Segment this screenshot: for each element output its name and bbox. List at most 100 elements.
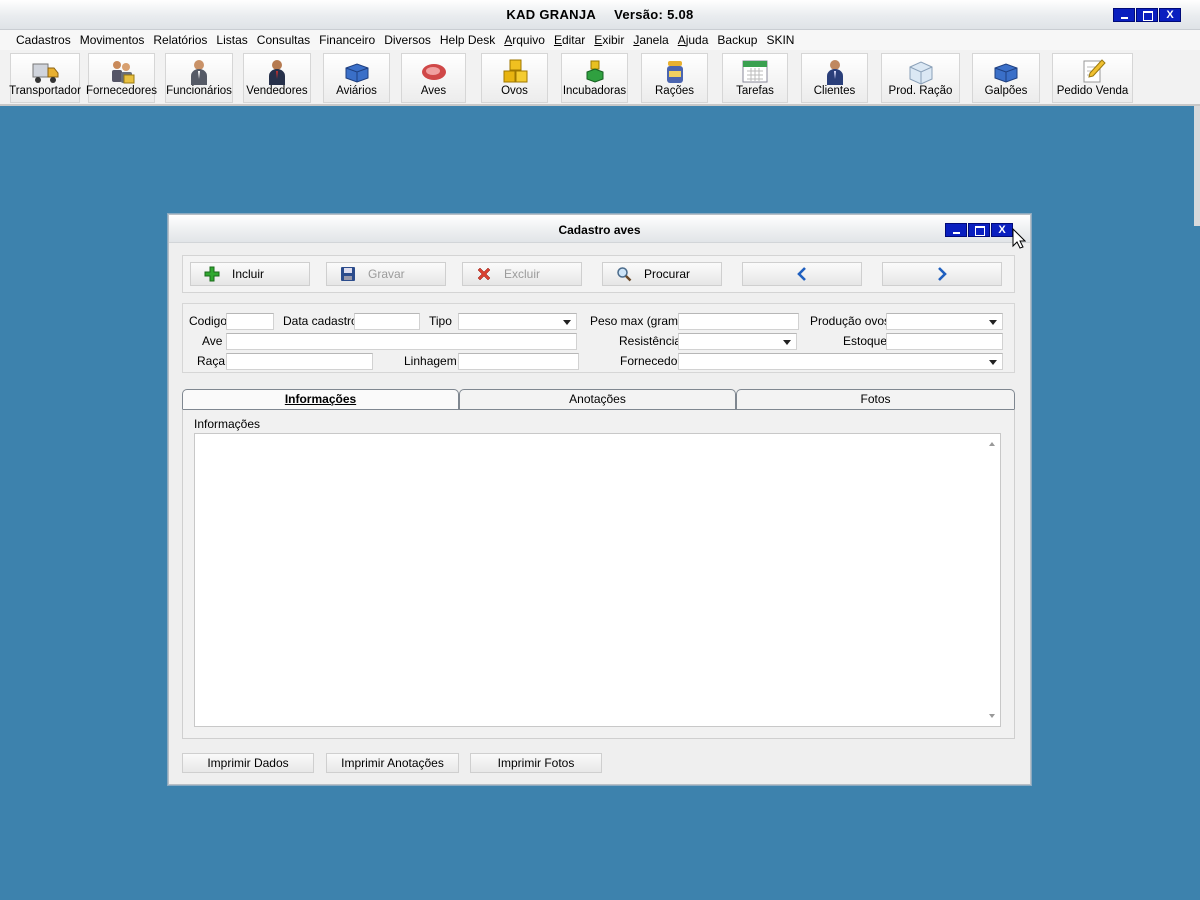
warehouse-icon (994, 63, 1018, 83)
chevron-left-icon (797, 267, 806, 281)
estoque-field[interactable] (886, 333, 1003, 350)
toolbar-prod-racao-button[interactable]: Prod. Ração (881, 53, 960, 103)
scroll-down-arrow[interactable] (989, 714, 995, 718)
menu-janela[interactable]: Janela (633, 33, 668, 47)
child-titlebar[interactable]: Cadastro aves X (169, 215, 1030, 243)
gravar-button[interactable]: Gravar (326, 262, 446, 286)
menu-help-desk[interactable]: Help Desk (440, 33, 495, 47)
tab-anotacoes[interactable]: Anotações (459, 389, 736, 409)
menu-relatorios[interactable]: Relatórios (153, 33, 207, 47)
linhagem-field[interactable] (458, 353, 579, 370)
action-bar: Incluir Gravar Excluir Procurar (182, 255, 1015, 293)
plus-icon (204, 266, 220, 282)
child-minimize-button[interactable] (945, 223, 967, 237)
save-icon (341, 267, 355, 281)
incluir-button[interactable]: Incluir (190, 262, 310, 286)
menu-backup[interactable]: Backup (717, 33, 757, 47)
tipo-select[interactable] (458, 313, 577, 330)
employee-icon (191, 60, 207, 85)
toolbar-label: Vendedores (246, 85, 308, 97)
fornecedor-select[interactable] (678, 353, 1003, 370)
feed-icon (666, 61, 683, 83)
toolbar-label: Aviários (336, 85, 377, 97)
tab-fotos[interactable]: Fotos (736, 389, 1015, 409)
toolbar-aves-button[interactable]: Aves (401, 53, 466, 103)
menu-diversos[interactable]: Diversos (384, 33, 431, 47)
toolbar-tarefas-button[interactable]: Tarefas (722, 53, 788, 103)
toolbar-vendedores-button[interactable]: Vendedores (243, 53, 311, 103)
informacoes-textarea[interactable] (194, 433, 1001, 727)
tab-strip: Informações Anotações Fotos (182, 389, 1015, 410)
menu-cadastros[interactable]: Cadastros (16, 33, 71, 47)
menu-consultas[interactable]: Consultas (257, 33, 310, 47)
procurar-button[interactable]: Procurar (602, 262, 722, 286)
app-maximize-button[interactable] (1136, 8, 1158, 22)
ave-field[interactable] (226, 333, 577, 350)
toolbar-racoes-button[interactable]: Rações (641, 53, 708, 103)
tab-fotos-label: Fotos (860, 392, 891, 406)
menu-skin[interactable]: SKIN (766, 33, 794, 47)
app-close-button[interactable]: X (1159, 8, 1181, 22)
producao-ovos-label: Produção ovos (810, 314, 891, 328)
peso-max-field[interactable] (678, 313, 799, 330)
toolbar-label: Incubadoras (562, 85, 627, 97)
data-cadastro-field[interactable] (354, 313, 420, 330)
menu-movimentos[interactable]: Movimentos (80, 33, 145, 47)
imprimir-dados-button[interactable]: Imprimir Dados (182, 753, 314, 773)
menu-editar[interactable]: Editar (554, 33, 585, 47)
codigo-label: Codigo (189, 314, 228, 328)
codigo-field[interactable] (226, 313, 274, 330)
incluir-label: Incluir (232, 267, 265, 281)
toolbar-label: Clientes (813, 85, 856, 97)
menu-arquivo[interactable]: Arquivo (504, 33, 545, 47)
toolbar-clientes-button[interactable]: Clientes (801, 53, 868, 103)
menu-ajuda[interactable]: Ajuda (678, 33, 709, 47)
imprimir-fotos-button[interactable]: Imprimir Fotos (470, 753, 602, 773)
toolbar-incubadoras-button[interactable]: Incubadoras (561, 53, 628, 103)
informacoes-label: Informações (194, 417, 261, 431)
producao-ovos-select[interactable] (886, 313, 1003, 330)
app-minimize-button[interactable] (1113, 8, 1135, 22)
scroll-up-arrow[interactable] (989, 442, 995, 446)
client-icon (826, 60, 843, 85)
toolbar-funcionarios-button[interactable]: Funcionários (165, 53, 233, 103)
toolbar-label: Tarefas (736, 85, 774, 97)
toolbar-label: Rações (655, 85, 694, 97)
menu-financeiro[interactable]: Financeiro (319, 33, 375, 47)
toolbar-label: Ovos (501, 85, 528, 97)
ave-label: Ave (202, 334, 223, 348)
raca-field[interactable] (226, 353, 373, 370)
toolbar-fornecedores-button[interactable]: Fornecedores (86, 53, 157, 103)
child-window-title: Cadastro aves (558, 223, 641, 237)
child-close-button[interactable]: X (991, 223, 1013, 237)
delete-icon (477, 267, 491, 281)
toolbar-galpoes-button[interactable]: Galpões (972, 53, 1040, 103)
resistencia-select[interactable] (678, 333, 797, 350)
imprimir-anotacoes-button[interactable]: Imprimir Anotações (326, 753, 459, 773)
next-record-button[interactable] (882, 262, 1002, 286)
chevron-right-icon (938, 267, 947, 281)
linhagem-label: Linhagem (404, 354, 457, 368)
menu-bar: Cadastros Movimentos Relatórios Listas C… (0, 30, 1200, 50)
toolbar-aviarios-button[interactable]: Aviários (323, 53, 390, 103)
informacoes-panel: Informações (182, 409, 1015, 739)
toolbar-label: Galpões (984, 85, 1028, 97)
aviary-icon (345, 63, 368, 83)
menu-exibir[interactable]: Exibir (594, 33, 624, 47)
toolbar-label: Fornecedores (86, 85, 157, 97)
toolbar-pedido-venda-button[interactable]: Pedido Venda (1052, 53, 1133, 103)
tab-informacoes[interactable]: Informações (182, 389, 459, 410)
main-toolbar: Transportador Fornecedores Funcionários … (0, 50, 1200, 106)
resistencia-label: Resistência (619, 334, 682, 348)
seller-icon (269, 60, 285, 85)
previous-record-button[interactable] (742, 262, 862, 286)
toolbar-transportador-button[interactable]: Transportador (9, 53, 81, 103)
toolbar-ovos-button[interactable]: Ovos (481, 53, 548, 103)
estoque-label: Estoque (843, 334, 888, 348)
tab-anotacoes-label: Anotações (569, 392, 626, 406)
child-maximize-button[interactable] (968, 223, 990, 237)
data-cadastro-label: Data cadastro (283, 314, 358, 328)
tab-informacoes-label: Informações (284, 392, 357, 406)
excluir-button[interactable]: Excluir (462, 262, 582, 286)
menu-listas[interactable]: Listas (216, 33, 247, 47)
